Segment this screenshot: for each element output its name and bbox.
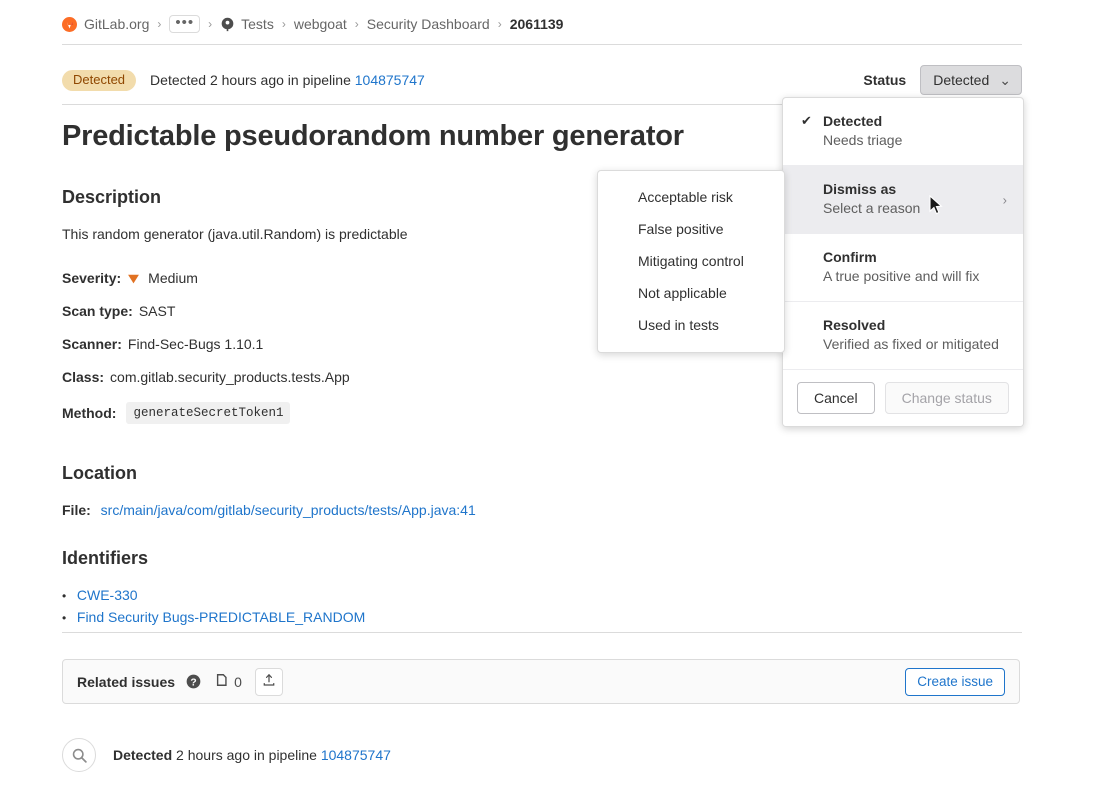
question-mark-circle-icon[interactable]: ? — [186, 674, 201, 689]
dropdown-item-subtitle: A true positive and will fix — [823, 267, 1007, 286]
metadata-row-method: Method: generateSecretToken1 — [62, 402, 762, 424]
submenu-item-acceptable-risk[interactable]: Acceptable risk — [598, 181, 784, 213]
identifier-link-cwe[interactable]: CWE-330 — [77, 587, 138, 603]
related-issues-title: Related issues — [77, 674, 175, 690]
activity-status: Detected — [113, 747, 172, 763]
metadata-key: Scan type: — [62, 303, 133, 319]
breadcrumb-separator: › — [498, 18, 502, 30]
dropdown-item-detected[interactable]: ✔ Detected Needs triage — [783, 98, 1023, 166]
breadcrumb-divider — [62, 44, 1022, 45]
metadata-value: SAST — [139, 303, 176, 319]
breadcrumb-separator: › — [282, 18, 286, 30]
dropdown-item-subtitle: Needs triage — [823, 131, 1007, 150]
identifiers-list: CWE-330 Find Security Bugs-PREDICTABLE_R… — [62, 587, 762, 625]
file-label: File: — [62, 502, 91, 518]
status-badge: Detected — [62, 70, 136, 91]
breadcrumb-current-id: 2061139 — [510, 16, 564, 32]
activity-feed-item: Detected 2 hours ago in pipeline 1048757… — [62, 738, 391, 772]
content-divider — [62, 632, 1022, 633]
gitlab-tanuki-icon — [62, 17, 77, 32]
issue-count-group: 0 — [215, 673, 242, 690]
activity-pipeline-link[interactable]: 104875747 — [321, 747, 391, 763]
severity-medium-icon — [127, 272, 140, 285]
dropdown-item-subtitle: Select a reason — [823, 199, 1007, 218]
list-item: Find Security Bugs-PREDICTABLE_RANDOM — [73, 609, 762, 625]
metadata-row-class: Class: com.gitlab.security_products.test… — [62, 369, 762, 385]
create-issue-button[interactable]: Create issue — [905, 668, 1005, 696]
dropdown-item-confirm[interactable]: Confirm A true positive and will fix — [783, 234, 1023, 302]
dropdown-item-title: Confirm — [823, 248, 1007, 267]
breadcrumb-link-group[interactable]: Tests — [241, 16, 274, 32]
chevron-down-icon: ⌄ — [999, 72, 1011, 89]
breadcrumb-item-org[interactable]: GitLab.org — [62, 16, 149, 32]
status-dropdown-button[interactable]: Detected ⌄ — [920, 65, 1022, 95]
chevron-right-icon: › — [1003, 192, 1007, 207]
project-avatar-icon — [220, 17, 235, 32]
file-row: File: src/main/java/com/gitlab/security_… — [62, 502, 762, 518]
status-control-group: Status Detected ⌄ — [863, 65, 1022, 95]
dismissal-reason-submenu: Acceptable risk False positive Mitigatin… — [597, 170, 785, 353]
activity-text: Detected 2 hours ago in pipeline 1048757… — [113, 747, 391, 763]
vulnerability-detail-page: GitLab.org › ••• › Tests › webgoat › Sec… — [0, 0, 1102, 786]
breadcrumb-link-project[interactable]: webgoat — [294, 16, 347, 32]
detected-summary-text: Detected 2 hours ago in pipeline — [150, 72, 351, 88]
metadata-key: Class: — [62, 369, 104, 385]
dropdown-item-title: Resolved — [823, 316, 1007, 335]
svg-text:?: ? — [190, 677, 196, 688]
issue-type-icon — [215, 673, 229, 690]
location-heading: Location — [62, 463, 762, 484]
dropdown-footer: Cancel Change status — [783, 370, 1023, 426]
file-path-link[interactable]: src/main/java/com/gitlab/security_produc… — [101, 502, 476, 518]
submenu-item-false-positive[interactable]: False positive — [598, 213, 784, 245]
breadcrumb-link-security-dashboard[interactable]: Security Dashboard — [367, 16, 490, 32]
pipeline-link[interactable]: 104875747 — [355, 72, 425, 88]
detected-summary: Detected 2 hours ago in pipeline 1048757… — [150, 72, 425, 88]
status-bar: Detected Detected 2 hours ago in pipelin… — [62, 62, 1022, 98]
check-icon: ✔ — [801, 113, 812, 129]
identifiers-heading: Identifiers — [62, 548, 762, 569]
dropdown-item-subtitle: Verified as fixed or mitigated — [823, 335, 1007, 354]
submenu-item-used-in-tests[interactable]: Used in tests — [598, 309, 784, 341]
page-title: Predictable pseudorandom number generato… — [62, 120, 762, 153]
metadata-key: Severity: — [62, 270, 121, 286]
breadcrumb-separator: › — [355, 18, 359, 30]
metadata-value: Find-Sec-Bugs 1.10.1 — [128, 336, 263, 352]
dropdown-item-resolved[interactable]: Resolved Verified as fixed or mitigated — [783, 302, 1023, 370]
metadata-value: Medium — [148, 270, 198, 286]
related-issues-card: Related issues ? 0 Create issue — [62, 659, 1020, 704]
change-status-button[interactable]: Change status — [885, 382, 1009, 414]
breadcrumb-separator: › — [208, 18, 212, 30]
status-dropdown-value: Detected — [933, 72, 989, 88]
identifier-link-findsecbugs[interactable]: Find Security Bugs-PREDICTABLE_RANDOM — [77, 609, 365, 625]
upload-button[interactable] — [255, 668, 283, 696]
dropdown-item-title: Dismiss as — [823, 180, 1007, 199]
breadcrumb-item-group[interactable]: Tests — [220, 16, 274, 32]
metadata-key: Method: — [62, 405, 116, 421]
breadcrumb-link-org[interactable]: GitLab.org — [84, 16, 149, 32]
breadcrumb-expand-button[interactable]: ••• — [169, 15, 200, 33]
dropdown-item-title: Detected — [823, 112, 1007, 131]
submenu-item-mitigating-control[interactable]: Mitigating control — [598, 245, 784, 277]
breadcrumb: GitLab.org › ••• › Tests › webgoat › Sec… — [62, 12, 1022, 36]
list-item: CWE-330 — [73, 587, 762, 603]
activity-detail: 2 hours ago in pipeline — [176, 747, 317, 763]
issue-count: 0 — [234, 674, 242, 690]
upload-icon — [262, 673, 276, 690]
cancel-button[interactable]: Cancel — [797, 382, 875, 414]
metadata-key: Scanner: — [62, 336, 122, 352]
submenu-item-not-applicable[interactable]: Not applicable — [598, 277, 784, 309]
metadata-value-code: generateSecretToken1 — [126, 402, 290, 424]
breadcrumb-separator: › — [157, 18, 161, 30]
avatar — [62, 738, 96, 772]
dropdown-item-dismiss-as[interactable]: Dismiss as Select a reason › — [783, 166, 1023, 234]
spacer — [62, 441, 762, 463]
status-dropdown-menu: ✔ Detected Needs triage Dismiss as Selec… — [782, 97, 1024, 427]
status-field-label: Status — [863, 72, 906, 88]
metadata-value: com.gitlab.security_products.tests.App — [110, 369, 350, 385]
